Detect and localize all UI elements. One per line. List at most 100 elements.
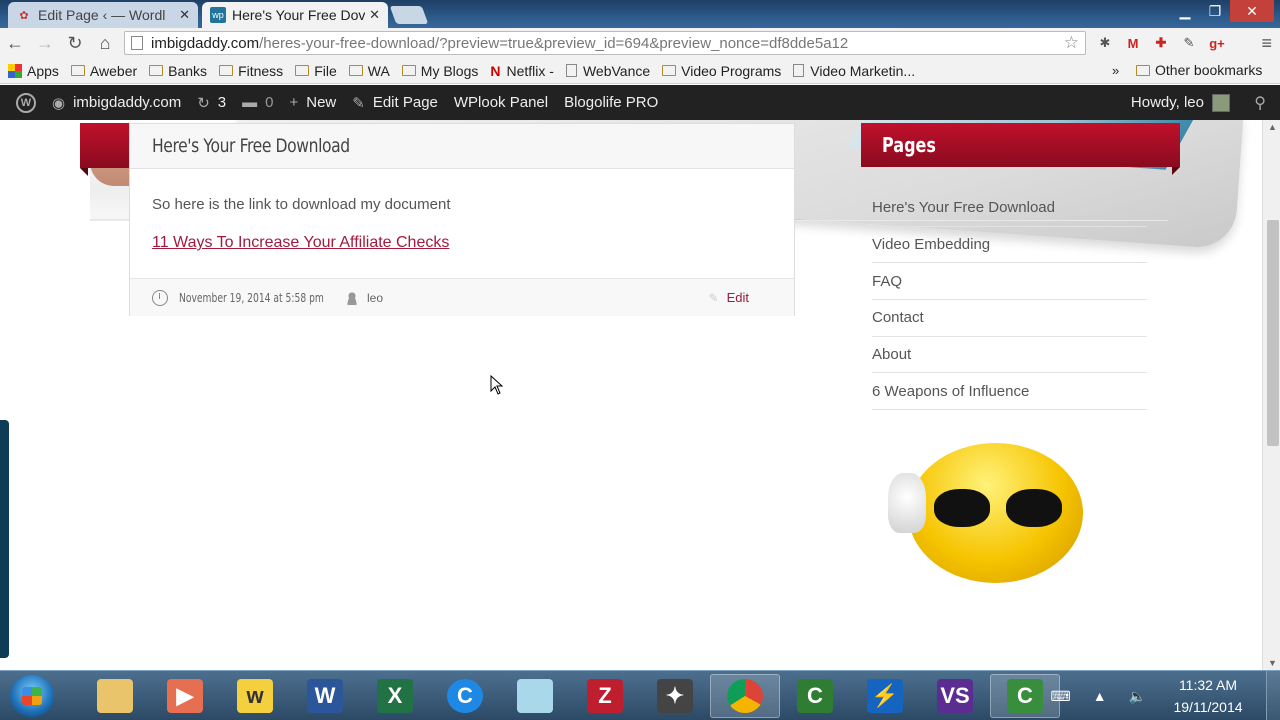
- cool-smiley-image: [888, 443, 1083, 583]
- start-button[interactable]: [10, 675, 54, 717]
- folder-icon: [295, 65, 310, 76]
- address-bar[interactable]: imbigdaddy.com /heres-your-free-download…: [124, 31, 1086, 55]
- wp-logo-menu[interactable]: W: [16, 92, 36, 113]
- video-editor-icon[interactable]: ✦: [640, 674, 710, 718]
- filezilla-icon[interactable]: Z: [570, 674, 640, 718]
- bookmark-wa[interactable]: WA: [348, 62, 390, 79]
- extension-bug-icon[interactable]: ✱: [1094, 32, 1116, 54]
- page-icon: [793, 64, 805, 77]
- folder-icon: [1136, 64, 1150, 76]
- explorer-icon[interactable]: [80, 674, 150, 718]
- admin-blogolife-pro[interactable]: Blogolife PRO: [564, 94, 658, 111]
- admin-wplook-panel[interactable]: WPlook Panel: [454, 94, 548, 111]
- bookmark-video-marketing[interactable]: Video Marketin...: [793, 63, 915, 79]
- bookmark-label: Banks: [168, 62, 208, 79]
- clock-time: 11:32 AM: [1178, 677, 1238, 693]
- show-hidden-icons-icon[interactable]: ▲: [1093, 688, 1107, 704]
- app-blue-circle-icon[interactable]: C: [430, 674, 500, 718]
- admin-updates[interactable]: ↻ 3: [197, 94, 226, 112]
- pencil-icon: ✎: [708, 290, 719, 305]
- close-tab-icon[interactable]: ✕: [369, 7, 380, 23]
- page-scrollbar[interactable]: ▲ ▼: [1262, 120, 1280, 670]
- admin-site-link[interactable]: ◉ imbigdaddy.com: [52, 94, 181, 112]
- bookmark-banks[interactable]: Banks: [149, 63, 207, 79]
- bookmarks-overflow-icon[interactable]: »: [1112, 63, 1119, 78]
- scroll-up-icon[interactable]: ▲: [1268, 122, 1277, 132]
- post-author[interactable]: leo: [367, 291, 383, 305]
- admin-new[interactable]: + New: [289, 94, 336, 111]
- keyboard-icon[interactable]: ⌨: [1050, 688, 1070, 705]
- clock[interactable]: 11:32 AM 19/11/2014: [1168, 674, 1248, 718]
- reload-icon[interactable]: ↻: [60, 33, 90, 54]
- side-widget-tab[interactable]: [0, 420, 9, 658]
- new-tab-button[interactable]: [389, 6, 429, 24]
- word-icon[interactable]: W: [290, 674, 360, 718]
- post-paragraph: So here is the link to download my docum…: [152, 196, 451, 213]
- close-tab-icon[interactable]: ✕: [179, 7, 190, 23]
- bookmark-other[interactable]: Other bookmarks: [1136, 62, 1262, 78]
- updates-icon: ↻: [197, 94, 210, 112]
- back-icon[interactable]: ←: [0, 33, 30, 54]
- bookmark-label: Aweber: [89, 62, 138, 79]
- scroll-down-icon[interactable]: ▼: [1268, 658, 1277, 668]
- bookmark-netflix[interactable]: N Netflix -: [490, 63, 554, 79]
- gmail-icon[interactable]: M: [1122, 32, 1144, 54]
- post-title: Here's Your Free Download: [152, 135, 350, 157]
- admin-account-menu[interactable]: Howdy, leo: [1131, 93, 1230, 112]
- extension-wrench-icon[interactable]: ✎: [1178, 32, 1200, 54]
- app-glass-icon[interactable]: [500, 674, 570, 718]
- bookmark-aweber[interactable]: Aweber: [70, 62, 138, 79]
- bookmark-webvance[interactable]: WebVance: [565, 63, 650, 79]
- bookmark-label: WA: [367, 62, 390, 79]
- url-path: /heres-your-free-download/?preview=true&…: [259, 34, 849, 52]
- extension-red-icon[interactable]: ✚: [1150, 32, 1172, 54]
- google-plus-icon[interactable]: g+: [1206, 32, 1228, 54]
- comment-icon: ▬: [242, 94, 258, 111]
- browser-toolbar: ← → ↻ ⌂ imbigdaddy.com /heres-your-free-…: [0, 28, 1280, 58]
- tab-free-download[interactable]: wp Here's Your Free Dov ✕: [202, 2, 388, 28]
- home-icon[interactable]: ⌂: [90, 33, 120, 54]
- bookmark-apps[interactable]: Apps: [8, 63, 59, 79]
- blogolife-label: Blogolife PRO: [564, 94, 659, 111]
- scrollbar-thumb[interactable]: [1267, 220, 1279, 446]
- app-yellow-icon[interactable]: w: [220, 674, 290, 718]
- avatar: [1212, 93, 1230, 112]
- media-player-icon[interactable]: ▶: [150, 674, 220, 718]
- list-item[interactable]: Contact: [872, 300, 1147, 337]
- folder-icon: [70, 65, 85, 76]
- list-item[interactable]: About: [872, 337, 1147, 374]
- bookmark-my-blogs[interactable]: My Blogs: [401, 63, 478, 79]
- search-icon[interactable]: ⚲: [1254, 93, 1266, 113]
- post-ribbon: [80, 123, 130, 176]
- maximize-icon[interactable]: ❐: [1200, 0, 1230, 22]
- bookmark-label: Netflix -: [506, 62, 554, 79]
- folder-icon: [662, 65, 677, 76]
- bookmark-video-programs[interactable]: Video Programs: [662, 63, 781, 79]
- chrome-icon[interactable]: [710, 674, 780, 718]
- tab-edit-page[interactable]: ✿ Edit Page ‹ — Wordl ✕: [8, 2, 198, 28]
- list-item[interactable]: FAQ: [872, 263, 1147, 301]
- show-desktop-button[interactable]: [1266, 671, 1280, 720]
- close-window-icon[interactable]: ✕: [1230, 0, 1274, 22]
- site-name: imbigdaddy.com: [73, 94, 182, 111]
- list-item[interactable]: Here's Your Free Download: [872, 190, 1147, 227]
- list-item[interactable]: 6 Weapons of Influence: [872, 373, 1147, 411]
- menu-icon[interactable]: ≡: [1261, 33, 1272, 54]
- minimize-icon[interactable]: ▁: [1170, 0, 1200, 22]
- tab-title: Edit Page ‹ — Wordl: [38, 7, 166, 23]
- download-link[interactable]: 11 Ways To Increase Your Affiliate Check…: [152, 234, 449, 252]
- admin-comments[interactable]: ▬ 0: [242, 94, 273, 111]
- admin-edit-page[interactable]: ✎ Edit Page: [352, 94, 438, 112]
- bookmark-fitness[interactable]: Fitness: [219, 63, 283, 79]
- edit-post-link[interactable]: ✎ Edit: [709, 290, 749, 305]
- forward-icon[interactable]: →: [30, 33, 60, 54]
- list-item[interactable]: Video Embedding: [872, 227, 1147, 264]
- camtasia-icon[interactable]: C: [780, 674, 850, 718]
- bookmark-star-icon[interactable]: ☆: [1064, 33, 1079, 53]
- excel-icon[interactable]: X: [360, 674, 430, 718]
- visual-studio-icon[interactable]: VS: [920, 674, 990, 718]
- app-lightning-icon[interactable]: ⚡: [850, 674, 920, 718]
- bookmark-file[interactable]: File: [295, 63, 337, 79]
- volume-icon[interactable]: 🔈: [1129, 688, 1146, 705]
- window-controls: ▁ ❐ ✕: [1170, 0, 1274, 22]
